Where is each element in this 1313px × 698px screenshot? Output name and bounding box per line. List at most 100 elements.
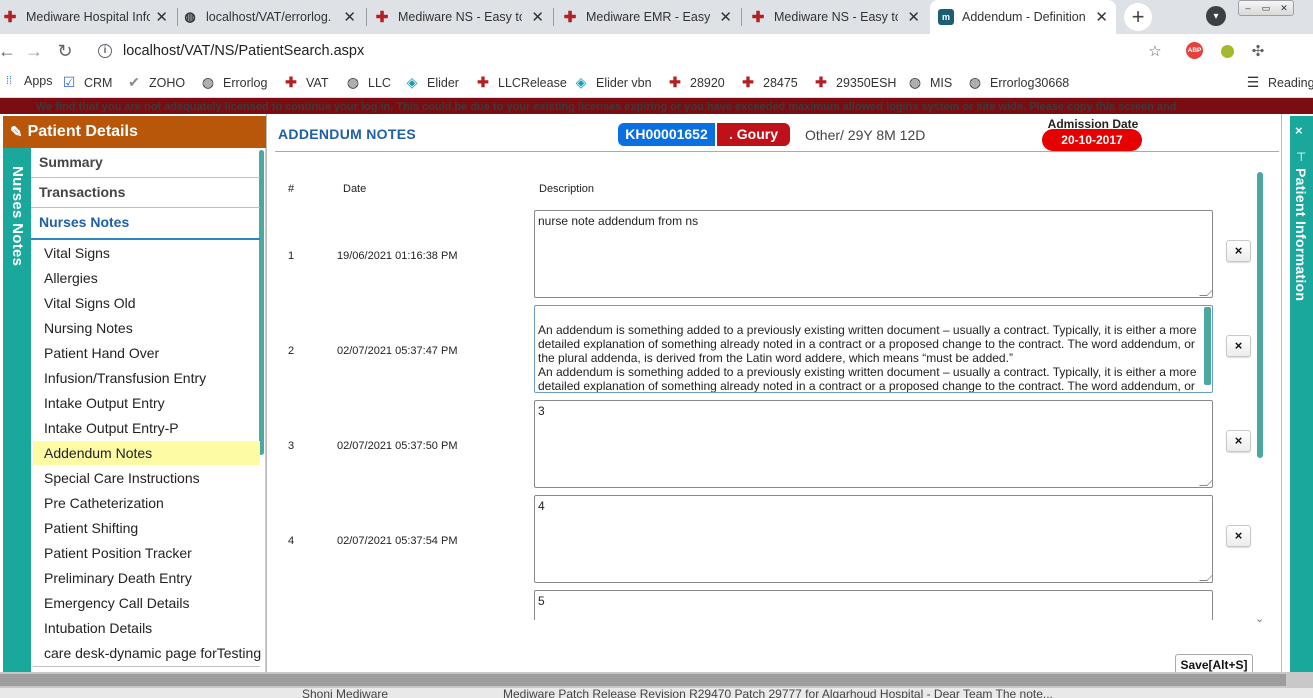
description-textarea[interactable]: An addendum is something added to a prev… bbox=[534, 305, 1213, 393]
extensions-puzzle-icon[interactable]: ✣ bbox=[1249, 42, 1267, 60]
bookmark-mis[interactable]: ◍ MIS bbox=[908, 74, 952, 91]
taskbar-item[interactable]: Mediware Patch Release Revision R29470 P… bbox=[503, 688, 1053, 698]
sidebar-item-pre-catheterization[interactable]: Pre Catheterization bbox=[33, 491, 260, 515]
section-transactions[interactable]: Transactions bbox=[31, 178, 260, 208]
admission-date-badge: 20-10-2017 bbox=[1042, 129, 1142, 151]
checkbox-icon: ☑ bbox=[62, 74, 76, 90]
reading-list-button[interactable]: ☰ Reading bbox=[1246, 74, 1313, 91]
tab-close-icon[interactable]: ✕ bbox=[907, 8, 920, 26]
sidebar-item-position-tracker[interactable]: Patient Position Tracker bbox=[33, 541, 260, 565]
description-textarea[interactable]: 4 bbox=[534, 495, 1213, 583]
sidebar-item-patient-hand-over[interactable]: Patient Hand Over bbox=[33, 341, 260, 365]
taskbar-item[interactable]: Shoni Mediware bbox=[302, 688, 388, 698]
bookmark-28920[interactable]: ✚ 28920 bbox=[668, 74, 725, 91]
tab-search-icon[interactable]: ▾ bbox=[1206, 6, 1226, 26]
sidebar-item-special-care[interactable]: Special Care Instructions bbox=[33, 466, 260, 490]
scroll-down-arrow-icon[interactable]: ⌄ bbox=[1255, 612, 1264, 625]
delete-row-button[interactable]: × bbox=[1226, 335, 1251, 357]
bookmark-star-icon[interactable]: ☆ bbox=[1146, 42, 1164, 60]
back-arrow-icon[interactable]: ← bbox=[0, 40, 18, 62]
sidebar-item-vital-signs[interactable]: Vital Signs bbox=[33, 241, 260, 265]
patient-details-header[interactable]: ✎ Patient Details bbox=[3, 116, 266, 148]
minimize-icon[interactable]: – bbox=[1239, 1, 1257, 15]
bookmark-apps[interactable]: ⁞⁞ Apps bbox=[2, 74, 53, 88]
bookmark-errorlog30668[interactable]: ◍ Errorlog30668 bbox=[968, 74, 1069, 91]
bookmark-28475[interactable]: ✚ 28475 bbox=[741, 74, 798, 91]
sidebar-item-intubation[interactable]: Intubation Details bbox=[33, 616, 260, 640]
sidebar-item-allergies[interactable]: Allergies bbox=[33, 266, 260, 290]
scrollbar-thumb[interactable] bbox=[0, 674, 1286, 686]
mediware-cross-icon: ✚ bbox=[563, 9, 577, 26]
bookmark-elider-vbn[interactable]: ◈ Elider vbn bbox=[574, 74, 652, 91]
extension-dot-icon[interactable] bbox=[1218, 42, 1236, 60]
bookmark-llc[interactable]: ◍ LLC bbox=[346, 74, 391, 91]
tab-close-icon[interactable]: ✕ bbox=[1095, 8, 1108, 26]
bookmark-elider[interactable]: ◈ Elider bbox=[405, 74, 459, 91]
patient-details-title: Patient Details bbox=[27, 123, 138, 140]
section-nurses-notes[interactable]: Nurses Notes bbox=[31, 208, 260, 240]
tab-close-icon[interactable]: ✕ bbox=[155, 8, 168, 26]
description-textarea[interactable]: 3 bbox=[534, 400, 1213, 488]
description-text: 4 bbox=[538, 499, 545, 513]
browser-tab[interactable]: ✚ Mediware NS - Easy to ✕ bbox=[748, 0, 928, 34]
section-summary[interactable]: Summary bbox=[31, 148, 260, 178]
bookmark-errorlog[interactable]: ◍ Errorlog bbox=[201, 74, 268, 91]
new-tab-button[interactable]: + bbox=[1124, 3, 1152, 31]
adblock-icon[interactable]: ABP bbox=[1186, 42, 1203, 59]
reading-list-icon: ☰ bbox=[1246, 74, 1260, 90]
globe-icon: ◍ bbox=[908, 74, 922, 90]
forward-arrow-icon[interactable]: → bbox=[23, 40, 45, 62]
page-horizontal-scrollbar[interactable] bbox=[0, 672, 1313, 688]
sidebar-item-patient-shifting[interactable]: Patient Shifting bbox=[33, 516, 260, 540]
sidebar-item-vital-signs-old[interactable]: Vital Signs Old bbox=[33, 291, 260, 315]
resize-handle-icon[interactable] bbox=[1199, 573, 1212, 581]
tab-close-icon[interactable]: ✕ bbox=[719, 8, 732, 26]
sidebar-item-intake-output-p[interactable]: Intake Output Entry-P bbox=[33, 416, 260, 440]
site-info-icon[interactable]: i bbox=[98, 44, 112, 58]
sidebar-item-preliminary-death[interactable]: Preliminary Death Entry bbox=[33, 566, 260, 590]
delete-row-button[interactable]: × bbox=[1226, 240, 1251, 262]
address-bar[interactable]: i localhost/VAT/NS/PatientSearch.aspx bbox=[90, 38, 1170, 64]
nurses-notes-rail[interactable]: Nurses Notes bbox=[3, 148, 31, 672]
sidebar-item-intake-output[interactable]: Intake Output Entry bbox=[33, 391, 260, 415]
resize-handle-icon[interactable] bbox=[1199, 288, 1212, 296]
maximize-icon[interactable]: ▭ bbox=[1257, 1, 1275, 15]
row-date: 02/07/2021 05:37:47 PM bbox=[337, 345, 458, 357]
bookmark-crm[interactable]: ☑ CRM bbox=[62, 74, 113, 91]
sidebar-item-care-desk[interactable]: care desk-dynamic page forTesting bbox=[33, 641, 261, 665]
address-url[interactable]: localhost/VAT/NS/PatientSearch.aspx bbox=[123, 43, 364, 59]
bookmark-zoho[interactable]: ✔ ZOHO bbox=[127, 74, 185, 91]
patient-information-rail[interactable]: × ⊤ Patient Information bbox=[1290, 116, 1313, 672]
description-textarea[interactable]: 5 bbox=[534, 590, 1213, 620]
tab-close-icon[interactable]: ✕ bbox=[531, 8, 544, 26]
window-controls[interactable]: – ▭ ✕ bbox=[1238, 0, 1294, 16]
browser-tab[interactable]: ◍ localhost/VAT/errorlog. ✕ bbox=[180, 0, 364, 34]
sidebar-item-infusion-transfusion[interactable]: Infusion/Transfusion Entry bbox=[33, 366, 260, 390]
sidebar-item-addendum-notes[interactable]: Addendum Notes bbox=[33, 441, 260, 465]
main-scrollbar[interactable] bbox=[1257, 172, 1263, 458]
browser-tab-active[interactable]: m Addendum - Definition ✕ bbox=[930, 0, 1116, 34]
delete-row-button[interactable]: × bbox=[1226, 525, 1251, 547]
tab-close-icon[interactable]: ✕ bbox=[343, 8, 356, 26]
close-icon[interactable]: × bbox=[1295, 123, 1303, 138]
pin-icon[interactable]: ⊤ bbox=[1296, 150, 1306, 164]
bookmark-llcrelease[interactable]: ✚ LLCRelease bbox=[476, 74, 567, 91]
description-textarea[interactable]: nurse note addendum from ns bbox=[534, 210, 1213, 298]
browser-tab[interactable]: ✚ Mediware Hospital Info ✕ bbox=[0, 0, 176, 34]
description-text: nurse note addendum from ns bbox=[538, 214, 699, 228]
sidebar-item-emergency-call[interactable]: Emergency Call Details bbox=[33, 591, 260, 615]
collapse-pin-icon[interactable]: ✎ bbox=[10, 123, 23, 141]
delete-row-button[interactable]: × bbox=[1226, 430, 1251, 452]
save-button[interactable]: Save[Alt+S] bbox=[1175, 654, 1253, 674]
textarea-scrollbar[interactable] bbox=[1204, 307, 1211, 385]
bookmark-vat[interactable]: ✚ VAT bbox=[284, 74, 328, 91]
sidebar-item-nursing-notes[interactable]: Nursing Notes bbox=[33, 316, 260, 340]
close-window-icon[interactable]: ✕ bbox=[1275, 1, 1293, 15]
resize-handle-icon[interactable] bbox=[1199, 478, 1212, 486]
reload-icon[interactable]: ↻ bbox=[54, 40, 76, 62]
browser-tab[interactable]: ✚ Mediware EMR - Easy to ✕ bbox=[560, 0, 740, 34]
browser-tab[interactable]: ✚ Mediware NS - Easy to ✕ bbox=[372, 0, 552, 34]
row-date: 02/07/2021 05:37:50 PM bbox=[337, 440, 458, 452]
patient-id-badge: KH00001652 bbox=[618, 123, 715, 146]
bookmark-29350esh[interactable]: ✚ 29350ESH bbox=[814, 74, 896, 91]
